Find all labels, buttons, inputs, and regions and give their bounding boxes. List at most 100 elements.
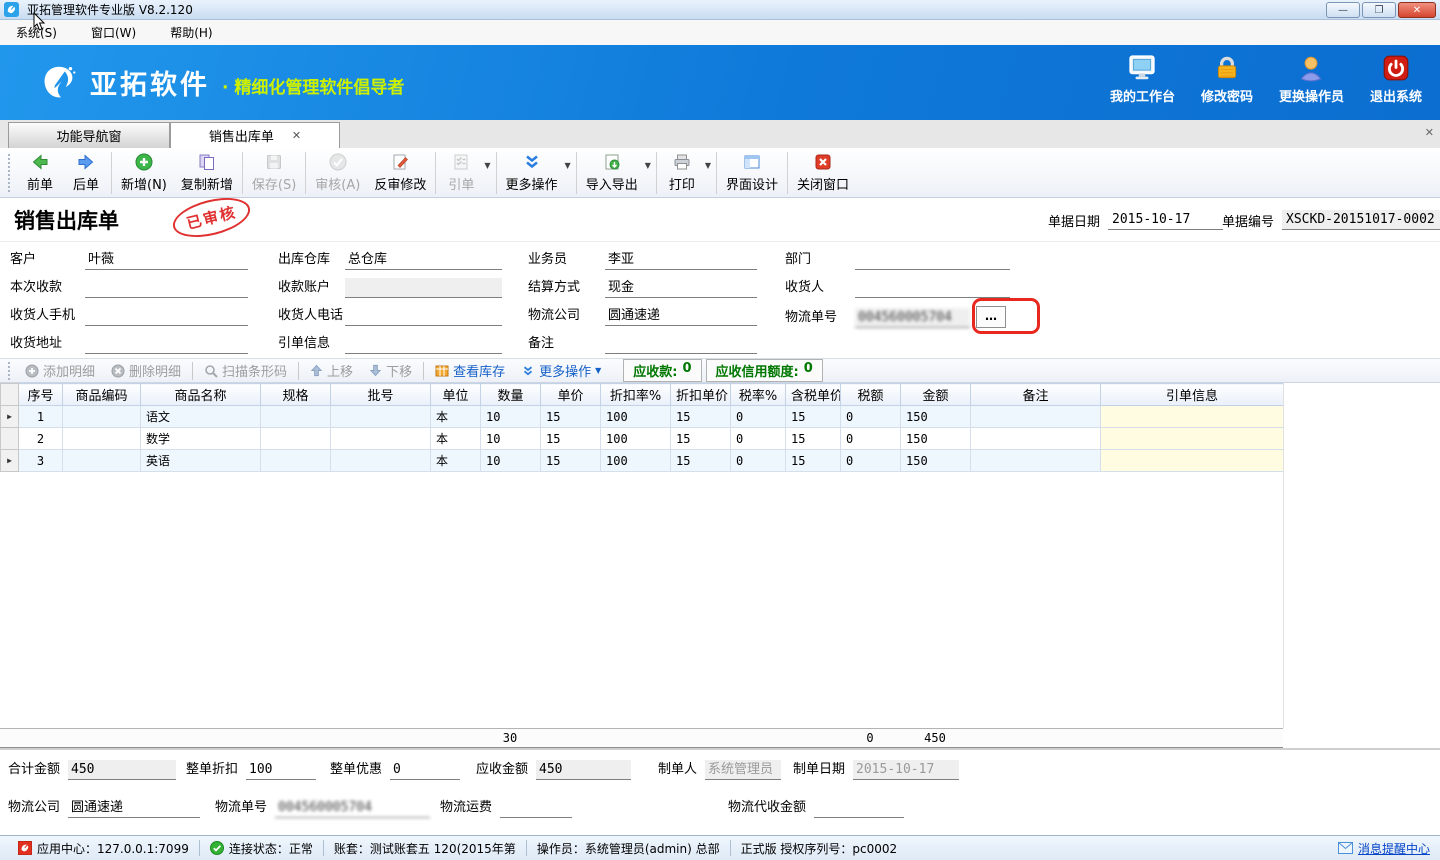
save-button[interactable]: 保存(S)	[245, 150, 303, 196]
move-down-button[interactable]: 下移	[361, 361, 420, 380]
import-export-dropdown-icon[interactable]: ▼	[645, 161, 651, 170]
detail-more-actions-button[interactable]: 更多操作 ▼	[513, 361, 609, 380]
close-window-button[interactable]: 关闭窗口	[790, 150, 856, 196]
ui-design-button[interactable]: 界面设计	[719, 150, 785, 196]
table-cell[interactable]: 3	[19, 450, 63, 472]
ref-doc-button[interactable]: 引单	[438, 150, 484, 196]
tab-sales-outbound[interactable]: 销售出库单 ✕	[170, 122, 340, 148]
table-cell[interactable]: 100	[601, 450, 671, 472]
settlement-input[interactable]: 现金	[605, 278, 757, 298]
table-cell[interactable]	[261, 406, 331, 428]
table-cell[interactable]	[63, 406, 141, 428]
table-cell[interactable]: 15	[786, 428, 841, 450]
row-select-marker[interactable]: ▶	[1, 450, 19, 472]
menu-window[interactable]: 窗口(W)	[87, 22, 140, 43]
col-header[interactable]: 金额	[901, 384, 971, 406]
table-cell[interactable]	[261, 428, 331, 450]
row-select-marker[interactable]: ▶	[1, 406, 19, 428]
col-header[interactable]: 税率%	[731, 384, 786, 406]
table-cell[interactable]: 0	[731, 450, 786, 472]
cod-amount-input[interactable]	[814, 798, 904, 818]
table-cell[interactable]: 1	[19, 406, 63, 428]
barcode-scan-button[interactable]: 扫描条形码	[196, 361, 295, 380]
more-actions-button[interactable]: 更多操作	[499, 150, 565, 196]
table-cell[interactable]: 本	[431, 428, 481, 450]
table-cell[interactable]: 0	[841, 428, 901, 450]
table-cell[interactable]: 15	[541, 406, 601, 428]
table-cell[interactable]	[1101, 428, 1284, 450]
table-cell[interactable]: 语文	[141, 406, 261, 428]
table-cell[interactable]: 15	[671, 406, 731, 428]
freight-input[interactable]	[500, 798, 572, 818]
logistics-company-input[interactable]: 圆通速递	[605, 306, 757, 326]
consignee-phone-input[interactable]	[345, 306, 502, 326]
table-cell[interactable]: 10	[481, 406, 541, 428]
table-cell[interactable]	[971, 450, 1101, 472]
table-cell[interactable]	[971, 428, 1101, 450]
table-cell[interactable]: 0	[841, 450, 901, 472]
tab-close-icon[interactable]: ✕	[292, 129, 301, 142]
table-cell[interactable]	[1101, 406, 1284, 428]
row-select-marker[interactable]	[1, 428, 19, 450]
col-header[interactable]: 单位	[431, 384, 481, 406]
ref-info-input[interactable]	[345, 334, 502, 354]
col-header[interactable]: 税额	[841, 384, 901, 406]
table-cell[interactable]: 15	[541, 428, 601, 450]
table-cell[interactable]	[331, 406, 431, 428]
col-header[interactable]: 单价	[541, 384, 601, 406]
import-export-button[interactable]: 导入导出	[579, 150, 645, 196]
exit-system-button[interactable]: 退出系统	[1370, 53, 1422, 105]
col-header[interactable]: 序号	[19, 384, 63, 406]
table-cell[interactable]: 15	[786, 450, 841, 472]
table-cell[interactable]	[1101, 450, 1284, 472]
table-cell[interactable]: 15	[786, 406, 841, 428]
consignee-input[interactable]	[855, 278, 1010, 298]
order-discount-input[interactable]: 100	[246, 760, 316, 780]
table-cell[interactable]: 150	[901, 428, 971, 450]
table-cell[interactable]: 100	[601, 428, 671, 450]
tab-nav-window[interactable]: 功能导航窗	[8, 122, 170, 148]
col-header[interactable]: 折扣率%	[601, 384, 671, 406]
more-actions-dropdown-icon[interactable]: ▼	[565, 161, 571, 170]
switch-operator-button[interactable]: 更换操作员	[1279, 53, 1344, 105]
remark-input[interactable]	[605, 334, 757, 354]
table-cell[interactable]: 10	[481, 428, 541, 450]
next-doc-button[interactable]: 后单	[63, 150, 109, 196]
unapprove-edit-button[interactable]: 反审修改	[367, 150, 433, 196]
my-workbench-button[interactable]: 我的工作台	[1110, 53, 1175, 105]
department-input[interactable]	[855, 250, 1010, 270]
table-cell[interactable]: 0	[731, 406, 786, 428]
footer-logistics-no-input[interactable]: 004560005704	[275, 798, 430, 818]
print-dropdown-icon[interactable]: ▼	[705, 161, 711, 170]
approve-button[interactable]: 审核(A)	[308, 150, 367, 196]
footer-logistics-company-input[interactable]: 圆通速递	[68, 798, 200, 818]
warehouse-input[interactable]: 总仓库	[345, 250, 502, 270]
table-cell[interactable]	[63, 428, 141, 450]
table-cell[interactable]	[261, 450, 331, 472]
col-header[interactable]: 含税单价	[786, 384, 841, 406]
table-cell[interactable]: 0	[731, 428, 786, 450]
table-row[interactable]: ▶3英语本1015100150150150	[1, 450, 1284, 472]
col-header[interactable]: 规格	[261, 384, 331, 406]
table-cell[interactable]: 2	[19, 428, 63, 450]
message-center-link[interactable]: 消息提醒中心	[1338, 840, 1430, 857]
change-password-button[interactable]: 修改密码	[1201, 53, 1253, 105]
detail-more-dropdown-icon[interactable]: ▼	[595, 366, 601, 375]
col-header[interactable]: 商品编码	[63, 384, 141, 406]
print-button[interactable]: 打印	[659, 150, 705, 196]
view-stock-button[interactable]: 查看库存	[427, 361, 513, 380]
table-cell[interactable]: 本	[431, 450, 481, 472]
consignee-mobile-input[interactable]	[85, 306, 248, 326]
salesman-input[interactable]: 李亚	[605, 250, 757, 270]
menu-help[interactable]: 帮助(H)	[166, 22, 216, 43]
table-cell[interactable]: 150	[901, 406, 971, 428]
table-cell[interactable]	[63, 450, 141, 472]
customer-input[interactable]: 叶薇	[85, 250, 248, 270]
col-header[interactable]: 引单信息	[1101, 384, 1284, 406]
col-header[interactable]: 商品名称	[141, 384, 261, 406]
add-detail-button[interactable]: 添加明细	[17, 361, 103, 380]
close-button[interactable]: ✕	[1398, 2, 1436, 18]
move-up-button[interactable]: 上移	[302, 361, 361, 380]
table-cell[interactable]: 15	[671, 428, 731, 450]
ref-doc-dropdown-icon[interactable]: ▼	[484, 161, 490, 170]
